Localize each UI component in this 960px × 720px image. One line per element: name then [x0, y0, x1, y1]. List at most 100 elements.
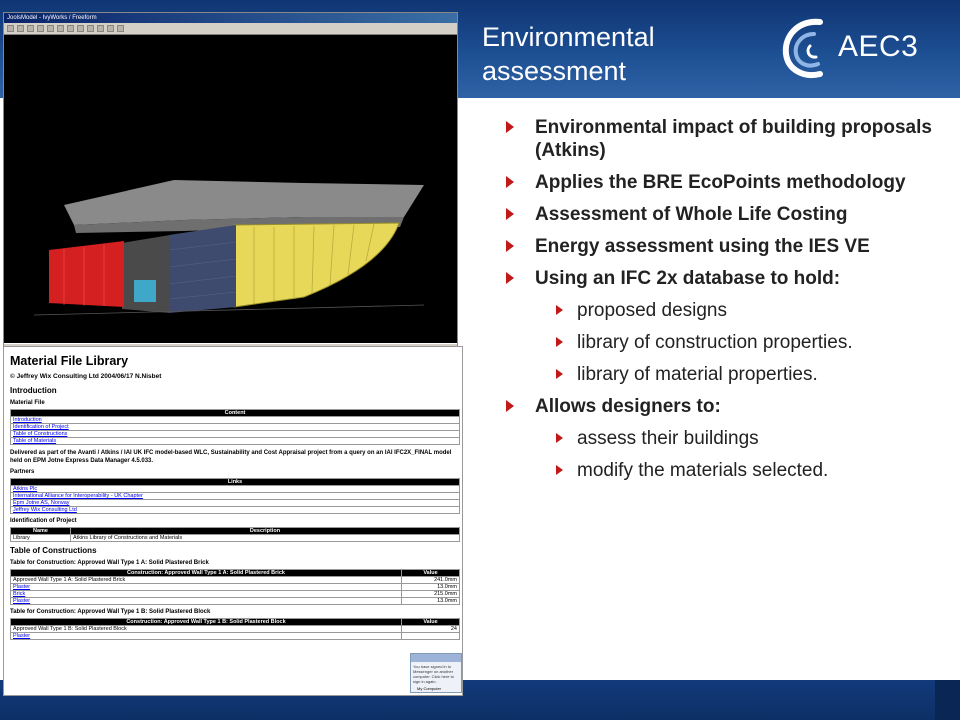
value-cell: 13.0mm — [401, 597, 460, 605]
links-table: Links Atkins Plc International Alliance … — [10, 478, 460, 514]
popup-header: NTS Messenger — [411, 654, 461, 668]
value-cell — [401, 632, 460, 640]
sub-bullet-item: assess their buildings — [506, 427, 946, 450]
content-table: Content Introduction Identification of P… — [10, 409, 460, 445]
slide-title: Environmental assessment — [482, 22, 655, 86]
arrow-bullet-icon — [556, 433, 563, 443]
bullet-text: library of material properties. — [577, 364, 818, 385]
messenger-popup[interactable]: NTS Messenger You have signed in to Mess… — [410, 653, 462, 693]
content-link[interactable]: Table of Constructions — [10, 430, 460, 438]
toolbar-button — [57, 25, 64, 32]
content-link[interactable]: Introduction — [10, 416, 460, 424]
arrow-bullet-icon — [556, 465, 563, 475]
construction-a-table: Construction: Approved Wall Type 1 A: So… — [10, 569, 460, 605]
bullet-item: Applies the BRE EcoPoints methodology — [506, 171, 946, 194]
model-viewer-screenshot: JoolsModel - IvyWorks / Freeform — [3, 12, 458, 358]
partner-link[interactable]: Epm Jotne AS, Norway — [10, 499, 460, 507]
arrow-bullet-icon — [506, 121, 514, 133]
arrow-bullet-icon — [556, 305, 563, 315]
toolbar-button — [47, 25, 54, 32]
bullet-text: Environmental impact of building proposa… — [535, 117, 932, 161]
value-header: Value — [401, 569, 460, 577]
library-copyright: © Jeffrey Wix Consulting Ltd 2004/06/17 … — [10, 373, 162, 380]
id-col-description: Description — [70, 527, 460, 535]
partners-label: Partners — [10, 469, 35, 475]
library-title: Material File Library — [10, 354, 129, 368]
bullet-text: Allows designers to: — [535, 396, 721, 417]
sub-bullet-item: proposed designs — [506, 299, 946, 322]
content-link[interactable]: Table of Materials — [10, 437, 460, 445]
identification-heading: Identification of Project — [10, 518, 77, 524]
material-link[interactable]: Plaster — [10, 597, 402, 605]
bullet-text: Applies the BRE EcoPoints methodology — [535, 172, 906, 193]
construction-cell: Approved Wall Type 1 A: Solid Plastered … — [10, 576, 402, 584]
bullet-item: Assessment of Whole Life Costing — [506, 203, 946, 226]
bullet-text: modify the materials selected. — [577, 460, 829, 481]
partner-link[interactable]: Jeffrey Wix Consulting Ltd — [10, 506, 460, 514]
content-link[interactable]: Identification of Project — [10, 423, 460, 431]
links-header: Links — [10, 478, 460, 486]
material-link[interactable]: Plaster — [10, 632, 402, 640]
delivered-text: Delivered as part of the Avanti / Atkins… — [10, 450, 452, 464]
arrow-bullet-icon — [506, 176, 514, 188]
construction-b-header: Construction: Approved Wall Type 1 B: So… — [10, 618, 402, 626]
partner-link[interactable]: International Alliance for Interoperabil… — [10, 492, 460, 500]
aec3-logo: AEC3 — [780, 14, 930, 84]
value-cell: 241.0mm — [401, 576, 460, 584]
toolbar-button — [97, 25, 104, 32]
toolbar-button — [17, 25, 24, 32]
value-cell: 13.0mm — [401, 583, 460, 591]
construction-cell: Approved Wall Type 1 B: Solid Plastered … — [10, 625, 402, 633]
partner-link[interactable]: Atkins Plc — [10, 485, 460, 493]
popup-text: You have signed in to Messenger on anoth… — [413, 664, 454, 684]
bullet-text: proposed designs — [577, 300, 727, 321]
content-header: Content — [10, 409, 460, 417]
toolbar-button — [67, 25, 74, 32]
bullet-text: library of construction properties. — [577, 332, 853, 353]
material-library-screenshot: Material File Library © Jeffrey Wix Cons… — [3, 346, 463, 696]
arrow-bullet-icon — [556, 337, 563, 347]
id-col-name: Name — [10, 527, 71, 535]
bullet-item: Allows designers to: — [506, 395, 946, 418]
toolbar-button — [7, 25, 14, 32]
bullet-item: Energy assessment using the IES VE — [506, 235, 946, 258]
bullet-text: Energy assessment using the IES VE — [535, 236, 870, 257]
bullet-list: Environmental impact of building proposa… — [506, 116, 946, 491]
toolbar-button — [87, 25, 94, 32]
bullet-item: Using an IFC 2x database to hold: — [506, 267, 946, 290]
viewer-window-title: JoolsModel - IvyWorks / Freeform — [7, 15, 97, 21]
toolbar-button — [37, 25, 44, 32]
status-text: My Computer — [417, 686, 442, 691]
arrow-bullet-icon — [506, 208, 514, 220]
arrow-bullet-icon — [506, 272, 514, 284]
identification-table: Name Description Library Atkins Library … — [10, 527, 460, 542]
constructions-heading: Table of Constructions — [10, 546, 97, 555]
swirl-logo-icon — [782, 18, 823, 78]
bullet-text: assess their buildings — [577, 428, 759, 449]
bullet-text: Using an IFC 2x database to hold: — [535, 268, 841, 289]
value-header: Value — [401, 618, 460, 626]
bullet-text: Assessment of Whole Life Costing — [535, 204, 848, 225]
arrow-bullet-icon — [506, 400, 514, 412]
sub-bullet-item: library of construction properties. — [506, 331, 946, 354]
construction-a-caption: Table for Construction: Approved Wall Ty… — [10, 560, 209, 566]
material-file-label: Material File — [10, 400, 45, 406]
material-link[interactable]: Brick — [10, 590, 402, 598]
logo-text: AEC3 — [838, 30, 919, 63]
arrow-bullet-icon — [556, 369, 563, 379]
id-description-cell: Atkins Library of Constructions and Mate… — [70, 534, 460, 542]
building-3d-model — [33, 180, 425, 316]
arrow-bullet-icon — [506, 240, 514, 252]
sub-bullet-item: library of material properties. — [506, 363, 946, 386]
toolbar-button — [77, 25, 84, 32]
construction-b-caption: Table for Construction: Approved Wall Ty… — [10, 609, 211, 615]
toolbar-button — [27, 25, 34, 32]
value-cell: 24 — [401, 625, 460, 633]
sub-bullet-item: modify the materials selected. — [506, 459, 946, 482]
material-link[interactable]: Plaster — [10, 583, 402, 591]
viewer-titlebar: JoolsModel - IvyWorks / Freeform — [4, 13, 457, 23]
toolbar-button — [117, 25, 124, 32]
value-cell: 215.0mm — [401, 590, 460, 598]
intro-heading: Introduction — [10, 386, 57, 395]
viewer-toolbar — [4, 23, 457, 35]
